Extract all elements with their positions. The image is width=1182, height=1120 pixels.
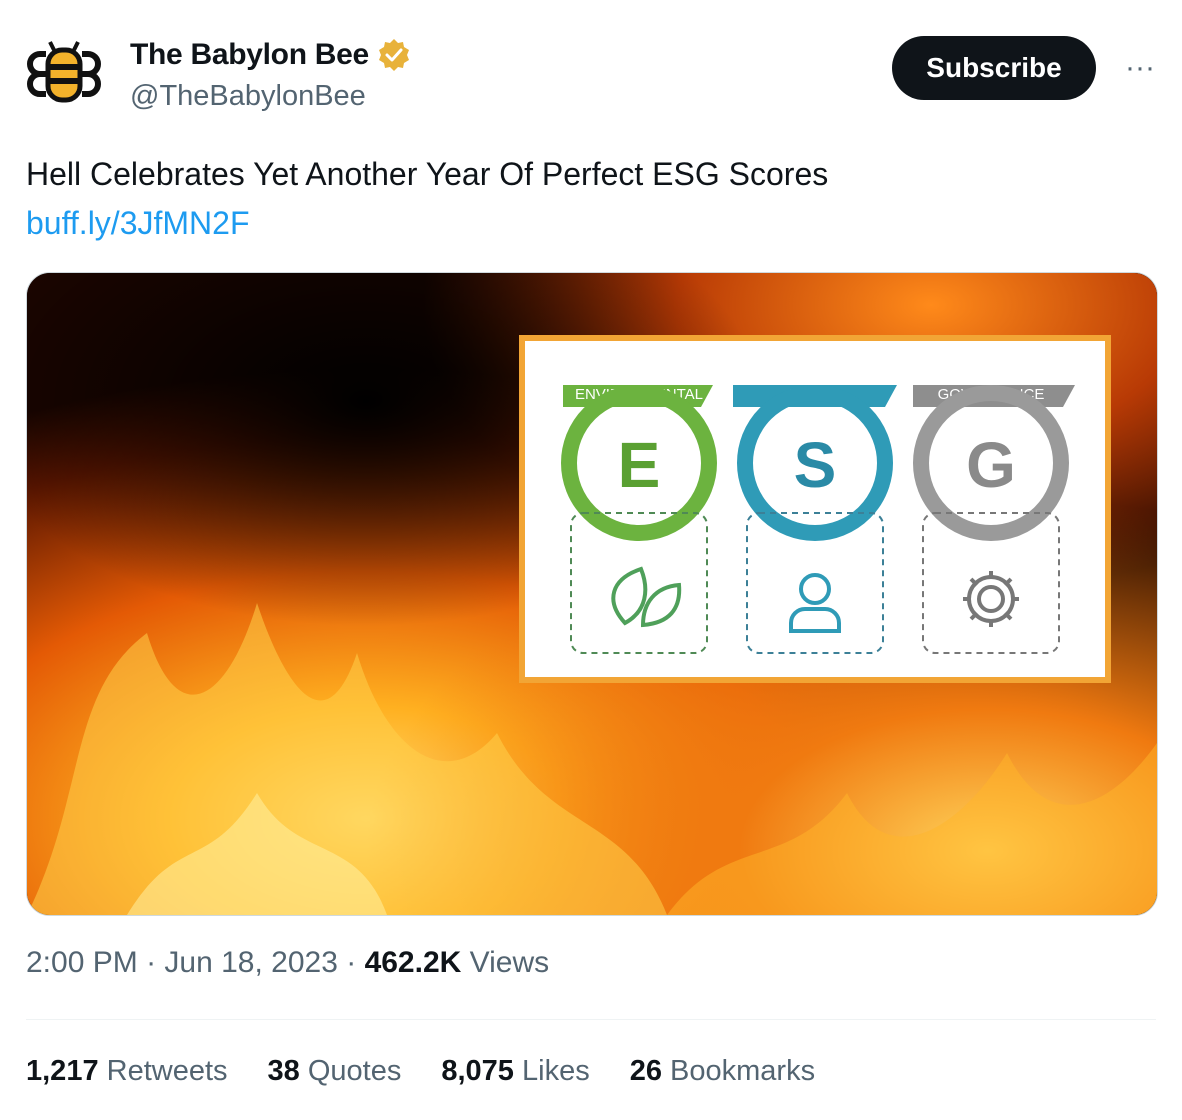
esg-pillars: ENVIRONMENTAL E SOCIAL S GOVERNANCE G <box>561 385 1075 654</box>
views-count: 462.2K <box>364 946 462 979</box>
pillar-social: SOCIAL S <box>733 385 897 654</box>
separator: · <box>137 946 165 979</box>
avatar[interactable] <box>24 36 104 116</box>
stat-likes[interactable]: 8,075 Likes <box>441 1055 589 1088</box>
esg-graphic: ENVIRONMENTAL E SOCIAL S GOVERNANCE G <box>519 335 1111 683</box>
stat-bookmarks[interactable]: 26 Bookmarks <box>630 1055 815 1088</box>
tweet-text: Hell Celebrates Yet Another Year Of Perf… <box>26 156 829 192</box>
gear-icon <box>963 571 1019 627</box>
pillar-governance: GOVERNANCE G <box>913 385 1075 654</box>
author-name[interactable]: The Babylon Bee <box>130 38 369 72</box>
tweet-date[interactable]: Jun 18, 2023 <box>164 946 337 979</box>
tweet-media-image[interactable]: ENVIRONMENTAL E SOCIAL S GOVERNANCE G <box>26 272 1158 916</box>
tweet-meta: 2:00 PM · Jun 18, 2023 · 462.2K Views <box>26 946 549 980</box>
divider <box>26 1019 1156 1020</box>
more-options-icon[interactable]: ··· <box>1120 52 1160 84</box>
subscribe-button[interactable]: Subscribe <box>892 36 1096 100</box>
stat-retweets[interactable]: 1,217 Retweets <box>26 1055 228 1088</box>
tweet-link[interactable]: buff.ly/3JfMN2F <box>26 205 249 242</box>
stat-quotes[interactable]: 38 Quotes <box>268 1055 402 1088</box>
babylon-bee-logo-icon <box>24 36 104 116</box>
pillar-letter: S <box>794 429 837 501</box>
leaf-icon <box>611 566 682 628</box>
views-label: Views <box>461 946 550 979</box>
author-handle[interactable]: @TheBabylonBee <box>130 80 411 113</box>
verified-badge-icon[interactable] <box>377 38 411 72</box>
separator: · <box>337 946 365 979</box>
engagement-stats: 1,217 Retweets 38 Quotes 8,075 Likes 26 … <box>26 1055 815 1088</box>
pillar-environmental: ENVIRONMENTAL E <box>561 385 717 654</box>
pillar-letter: E <box>618 429 661 501</box>
person-icon <box>799 573 831 605</box>
tweet-time[interactable]: 2:00 PM <box>26 946 138 979</box>
tweet-author: The Babylon Bee @TheBabylonBee <box>130 38 411 113</box>
pillar-letter: G <box>966 429 1016 501</box>
